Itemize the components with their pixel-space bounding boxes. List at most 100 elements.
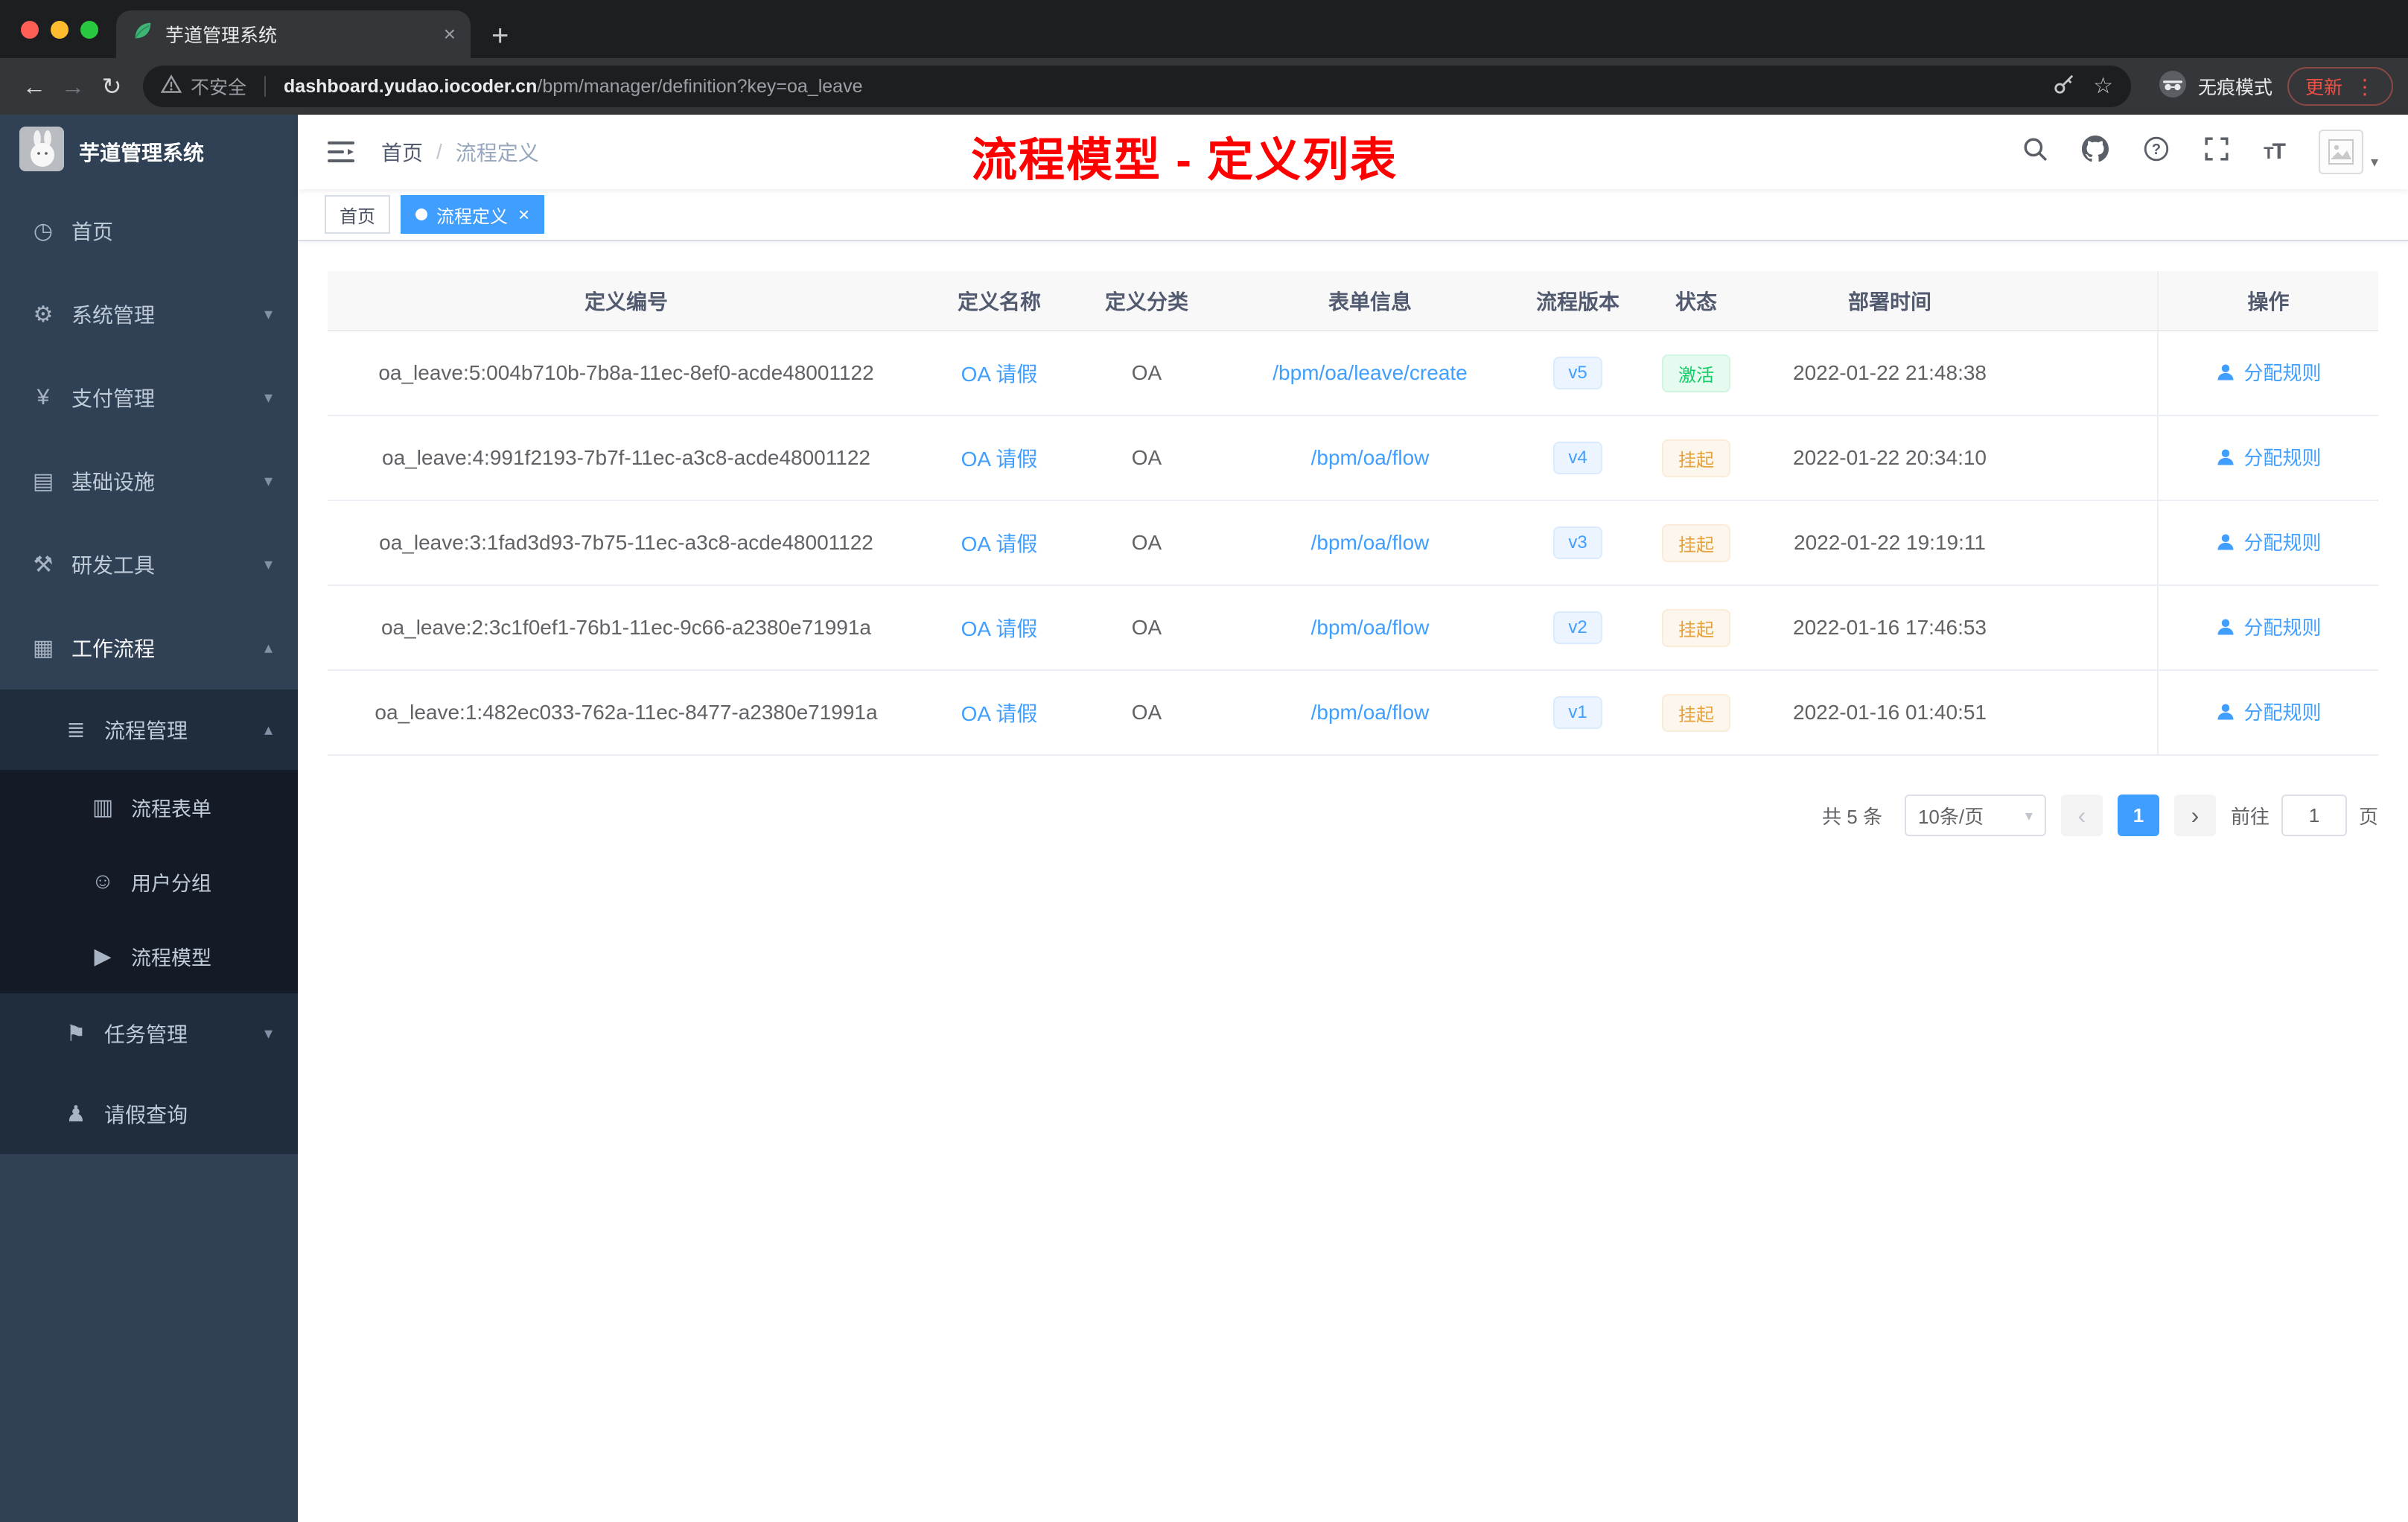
fullscreen-icon[interactable] [2204,136,2229,168]
status-badge: 挂起 [1662,523,1730,562]
update-label: 更新 [2305,77,2342,98]
chevron-icon: ▴ [264,638,273,657]
browser-tab[interactable]: 芋道管理系统 × [116,10,471,58]
cell-definition-id: oa_leave:5:004b710b-7b8a-11ec-8ef0-acde4… [328,331,925,416]
sidebar-item-payment[interactable]: ¥ 支付管理 ▾ [0,356,298,439]
security-status[interactable]: 不安全 [160,73,246,100]
table-row: oa_leave:5:004b710b-7b8a-11ec-8ef0-acde4… [328,331,2378,416]
form-info-link[interactable]: /bpm/oa/flow [1311,701,1430,724]
user-menu[interactable]: ▾ [2318,130,2378,174]
sidebar-item-home[interactable]: ◷ 首页 [0,189,298,273]
cell-action: 分配规则 [2157,670,2378,756]
sidebar-item-process-mgmt[interactable]: ≣ 流程管理 ▴ [0,690,298,770]
next-page-button[interactable]: › [2173,795,2216,836]
sidebar-item-workflow[interactable]: ▦ 工作流程 ▴ [0,606,298,690]
cell-definition-id: oa_leave:1:482ec033-762a-11ec-8477-a2380… [328,670,925,756]
table-body: oa_leave:5:004b710b-7b8a-11ec-8ef0-acde4… [328,331,2378,756]
assign-rule-label: 分配规则 [2243,617,2322,640]
sidebar-item-user-group[interactable]: ☺ 用户分组 [0,844,298,919]
browser-menu-dots-icon[interactable]: ⋮ [2354,74,2375,99]
address-bar[interactable]: 不安全 dashboard.yudao.iocoder.cn/bpm/manag… [143,66,2131,107]
prev-page-button[interactable]: ‹ [2060,795,2103,836]
page-size-select[interactable]: 10条/页 ▾ [1904,795,2046,836]
sidebar-item-infrastructure[interactable]: ▤ 基础设施 ▾ [0,439,298,523]
definition-name-link[interactable]: OA 请假 [961,363,1038,386]
search-icon[interactable] [2022,136,2048,168]
sidebar-item-devtools[interactable]: ⚒ 研发工具 ▾ [0,523,298,606]
sidebar-item-label: 首页 [71,220,114,243]
form-info-link[interactable]: /bpm/oa/flow [1311,446,1430,469]
assign-rule-link[interactable]: 分配规则 [2215,358,2322,386]
assign-rule-link[interactable]: 分配规则 [2215,698,2322,725]
form-info-link[interactable]: /bpm/oa/flow [1311,531,1430,554]
cell-action: 分配规则 [2157,331,2378,416]
sidebar-item-process-model[interactable]: ▶ 流程模型 [0,919,298,993]
version-badge: v2 [1553,611,1602,644]
version-badge: v4 [1553,442,1602,474]
assign-rule-link[interactable]: 分配规则 [2215,613,2322,640]
github-icon[interactable] [2082,136,2109,168]
tag-label: 首页 [340,206,375,227]
definition-name-link[interactable]: OA 请假 [961,532,1038,555]
page-size-value: 10条/页 [1917,805,1984,828]
hamburger-icon[interactable] [328,140,354,164]
url-domain: dashboard.yudao.iocoder.cn [284,75,538,97]
help-icon[interactable]: ? [2143,136,2170,168]
sidebar-item-label: 基础设施 [71,471,156,494]
sidebar-item-process-form[interactable]: ▥ 流程表单 [0,770,298,844]
incognito-icon [2158,69,2188,104]
zoom-window-button[interactable] [80,21,98,39]
logo-avatar [19,127,64,177]
app-root: 芋道管理系统 ◷ 首页 ⚙ 系统管理 ▾ ¥ 支付管理 ▾ ▤ 基础设施 ▾ ⚒… [0,115,2408,1522]
browser-update-button[interactable]: 更新 ⋮ [2287,67,2393,106]
sidebar-item-leave-query[interactable]: ♟ 请假查询 [0,1074,298,1154]
assign-rule-link[interactable]: 分配规则 [2215,443,2322,471]
goto-page-input[interactable] [2281,795,2347,836]
sidebar-item-label: 工作流程 [71,637,156,660]
new-tab-button[interactable]: + [491,21,509,51]
back-icon[interactable]: ← [15,73,54,101]
form-info-link[interactable]: /bpm/oa/flow [1311,616,1430,639]
cell-filler [2022,670,2158,756]
tab-close-icon[interactable]: × [444,24,456,45]
breadcrumb-home[interactable]: 首页 [381,137,423,167]
table-row: oa_leave:3:1fad3d93-7b75-11ec-a3c8-acde4… [328,500,2378,586]
cell-definition-id: oa_leave:2:3c1f0ef1-76b1-11ec-9c66-a2380… [328,585,925,671]
column-filler [2022,271,2158,331]
sidebar-item-task-mgmt[interactable]: ⚑ 任务管理 ▾ [0,993,298,1074]
key-icon[interactable] [2053,73,2075,101]
forward-icon[interactable]: → [54,73,92,101]
reload-icon[interactable]: ↻ [92,72,131,101]
user-icon [2217,534,2234,550]
sidebar-logo[interactable]: 芋道管理系统 [0,115,298,189]
navbar-actions: ? TT ▾ [2022,130,2378,174]
assign-rule-link[interactable]: 分配规则 [2215,528,2322,555]
cell-category: OA [1074,585,1220,671]
person-icon: ♟ [66,1101,86,1127]
tags-view: 首页 流程定义 × [298,189,2408,241]
tag-close-icon[interactable]: × [518,205,529,224]
version-badge: v5 [1553,357,1602,389]
close-window-button[interactable] [21,21,39,39]
column-category: 定义分类 [1074,271,1220,331]
user-avatar[interactable] [2318,130,2363,174]
definition-name-link[interactable]: OA 请假 [961,617,1038,640]
page-number-button[interactable]: 1 [2117,795,2159,836]
view-tag[interactable]: 首页 [325,195,390,234]
font-size-icon[interactable]: TT [2264,139,2286,165]
cell-category: OA [1074,500,1220,586]
minimize-window-button[interactable] [51,21,69,39]
column-action: 操作 [2157,271,2378,331]
sidebar-item-system[interactable]: ⚙ 系统管理 ▾ [0,273,298,356]
definition-name-link[interactable]: OA 请假 [961,702,1038,725]
sidebar-item-label: 流程表单 [131,797,211,821]
bookmark-star-icon[interactable]: ☆ [2093,75,2113,98]
sidebar-item-label: 流程管理 [104,719,188,742]
column-deploy-time: 部署时间 [1757,271,2022,331]
tag-label: 流程定义 [436,206,508,227]
page-unit-label: 页 [2358,805,2378,828]
view-tag[interactable]: 流程定义 × [401,195,545,234]
main-area: 首页 / 流程定义 流程模型 - 定义列表 ? TT ▾ 首页 流程定义 × 定… [298,115,2408,1522]
definition-name-link[interactable]: OA 请假 [961,448,1038,471]
form-info-link[interactable]: /bpm/oa/leave/create [1273,361,1468,384]
